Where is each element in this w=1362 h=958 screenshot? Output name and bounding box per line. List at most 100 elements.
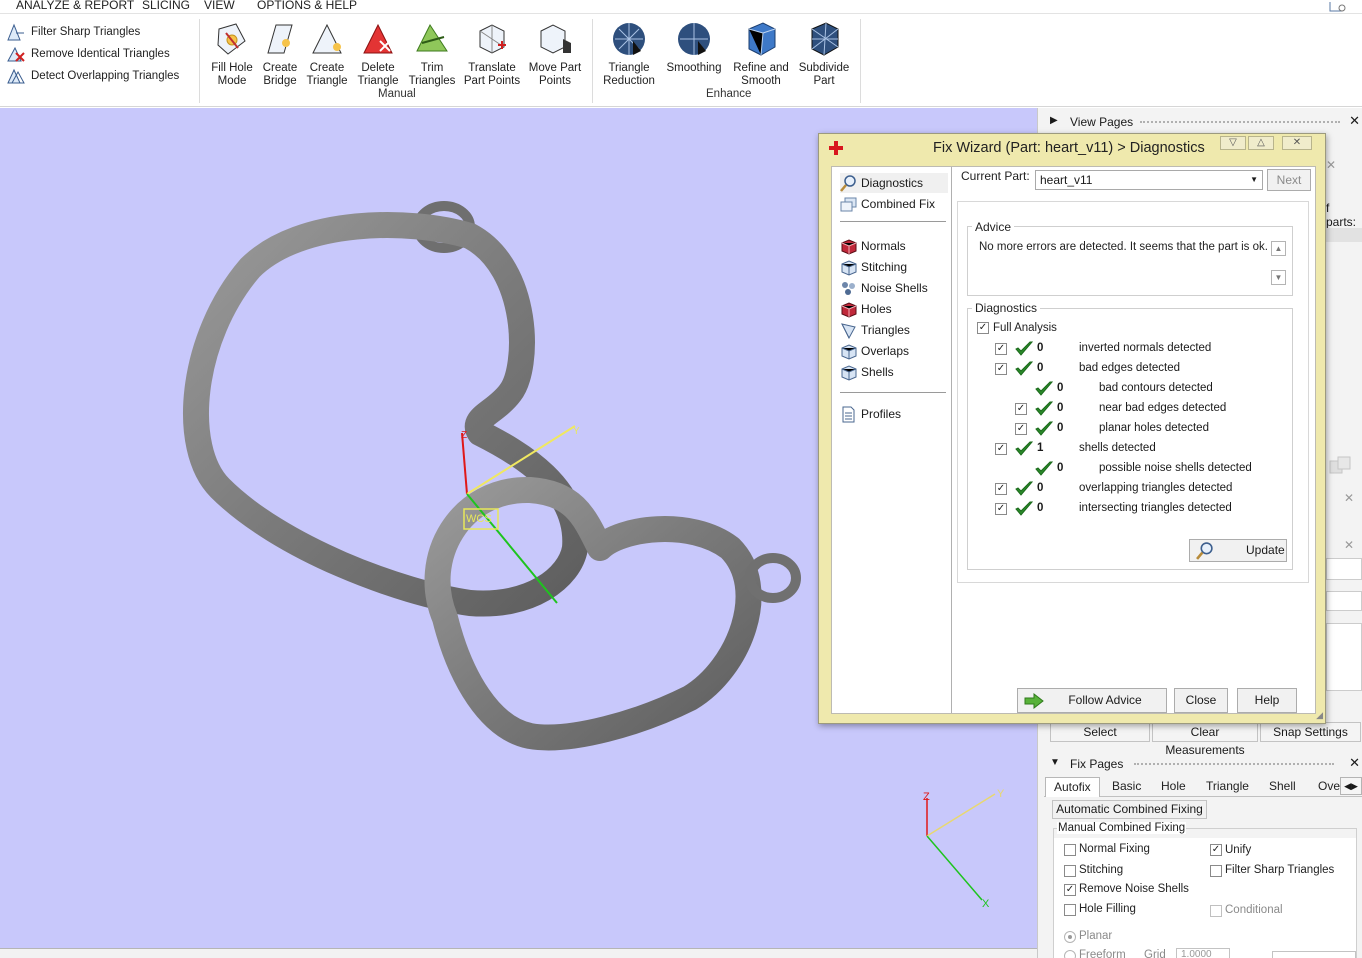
help-button[interactable]: Help [1237, 688, 1297, 713]
nav-diagnostics[interactable]: Diagnostics [840, 173, 948, 193]
dropdown[interactable] [1326, 591, 1362, 611]
scroll-up-icon[interactable]: ▲ [1271, 241, 1286, 256]
planar-radio[interactable] [1064, 931, 1076, 943]
menu-slicing[interactable]: SLICING [142, 0, 190, 12]
current-part-select[interactable]: heart_v11 ▼ [1035, 170, 1263, 190]
triangle-reduction-icon [613, 23, 645, 55]
nav-shells[interactable]: Shells [840, 362, 948, 382]
nav-triangles[interactable]: Triangles [840, 320, 948, 340]
diagnostic-count: 0 [1037, 362, 1044, 374]
diagnostic-checkbox[interactable]: ✓ [995, 343, 1007, 355]
current-part-label: Current Part: [961, 169, 1030, 183]
menu-options-help[interactable]: OPTIONS & HELP [257, 0, 357, 12]
subdivide-part-label-2: Part [813, 75, 835, 87]
tab-basic[interactable]: Basic [1112, 777, 1141, 797]
tab-hole[interactable]: Hole [1161, 777, 1186, 797]
diagnostic-checkbox[interactable]: ✓ [995, 363, 1007, 375]
select-button[interactable]: Select [1050, 722, 1150, 742]
dialog-close-icon[interactable]: ✕ [1282, 136, 1312, 150]
diagnostic-checkbox[interactable]: ✓ [995, 483, 1007, 495]
close-button[interactable]: Close [1174, 688, 1228, 713]
nav-holes[interactable]: Holes [840, 299, 948, 319]
move-part-points-button[interactable]: Move Part Points [527, 21, 583, 88]
automatic-combined-fixing-button[interactable]: Automatic Combined Fixing [1052, 800, 1207, 819]
resize-grip-icon[interactable]: ◢ [1316, 710, 1323, 721]
delete-triangle-button[interactable]: Delete Triangle [355, 21, 401, 88]
diagnostic-checkbox[interactable]: ✓ [995, 503, 1007, 515]
diagnostic-checkbox[interactable]: ✓ [995, 443, 1007, 455]
close-icon[interactable]: ✕ [1349, 755, 1360, 771]
overlaps-cube-icon [841, 344, 857, 360]
remove-noise-shells-checkbox[interactable]: ✓ [1064, 884, 1076, 896]
grid-input[interactable]: 1.0000 [1176, 948, 1230, 958]
green-check-icon [1035, 381, 1053, 396]
nav-stitching[interactable]: Stitching [840, 257, 948, 277]
settings-corner-icon[interactable] [1328, 0, 1348, 14]
current-part-value: heart_v11 [1040, 173, 1093, 187]
freeform-radio[interactable] [1064, 950, 1076, 958]
freeform-dropdown[interactable] [1272, 951, 1356, 958]
tab-shell[interactable]: Shell [1269, 777, 1296, 797]
expand-arrow-icon[interactable]: ▶ [1050, 115, 1058, 126]
view-pages-header[interactable]: ▶ View Pages ✕ [1046, 112, 1360, 132]
refine-and-smooth-button[interactable]: Refine and Smooth [731, 21, 791, 88]
triad-y-line [926, 793, 996, 837]
grid-label: Grid [1144, 949, 1166, 958]
manual-combined-fixing-label: Manual Combined Fixing [1057, 822, 1187, 834]
create-bridge-label-2: Bridge [263, 75, 297, 87]
close-icon[interactable]: ✕ [1349, 113, 1360, 129]
diagnostic-checkbox[interactable]: ✓ [1015, 403, 1027, 415]
nav-overlaps[interactable]: Overlaps [840, 341, 948, 361]
create-triangle-button[interactable]: Create Triangle [305, 21, 349, 88]
dialog-dropdown-icon[interactable]: ▽ [1220, 136, 1246, 150]
triangle-reduction-button[interactable]: Triangle Reduction [602, 21, 656, 88]
smoothing-button[interactable]: Smoothing [664, 21, 724, 75]
nav-combined-fix-label: Combined Fix [861, 197, 936, 211]
menu-analyze-report[interactable]: ANALYZE & REPORT [16, 0, 134, 12]
cube-stack-icon[interactable] [1326, 453, 1356, 483]
move-points-icon [540, 24, 571, 54]
panel-close-icon[interactable]: ✕ [1326, 158, 1336, 172]
hole-filling-checkbox[interactable] [1064, 904, 1076, 916]
holes-cube-icon [841, 302, 857, 318]
fill-hole-mode-button[interactable]: Fill Hole Mode [208, 21, 256, 88]
fix-pages-header[interactable]: ▼ Fix Pages ✕ [1046, 754, 1360, 774]
nav-combined-fix[interactable]: Combined Fix [840, 194, 948, 214]
filter-sharp-triangles-button[interactable]: Filter Sharp Triangles [6, 21, 179, 43]
panel-close-icon[interactable]: ✕ [1344, 538, 1354, 552]
snap-settings-button[interactable]: Snap Settings [1260, 722, 1361, 742]
dialog-collapse-icon[interactable]: △ [1248, 136, 1274, 150]
nav-stitching-label: Stitching [861, 260, 908, 274]
scroll-down-icon[interactable]: ▼ [1271, 270, 1286, 285]
update-button[interactable]: Update [1189, 539, 1287, 562]
panel-close-icon[interactable]: ✕ [1344, 491, 1354, 505]
nav-normals[interactable]: Normals [840, 236, 948, 256]
nav-noise-shells[interactable]: Noise Shells [840, 278, 948, 298]
unify-checkbox[interactable]: ✓ [1210, 844, 1222, 856]
stitching-checkbox[interactable] [1064, 865, 1076, 877]
normal-fixing-checkbox[interactable] [1064, 844, 1076, 856]
translate-part-points-button[interactable]: Translate Part Points [463, 21, 521, 88]
filter-sharp-triangles-checkbox[interactable] [1210, 865, 1222, 877]
full-analysis-checkbox[interactable]: ✓ [977, 322, 989, 334]
clear-measurements-button[interactable]: Clear Measurements [1152, 722, 1258, 757]
detect-overlapping-triangles-button[interactable]: Detect Overlapping Triangles [6, 65, 179, 87]
follow-advice-button[interactable]: Follow Advice [1017, 688, 1167, 713]
trim-triangles-button[interactable]: Trim Triangles [406, 21, 458, 88]
menu-view[interactable]: VIEW [204, 0, 235, 12]
create-bridge-button[interactable]: Create Bridge [258, 21, 302, 88]
tab-triangle[interactable]: Triangle [1206, 777, 1249, 797]
nav-profiles[interactable]: Profiles [840, 404, 948, 424]
panel-strip [1326, 228, 1362, 242]
next-button[interactable]: Next [1267, 169, 1311, 191]
tab-autofix[interactable]: Autofix [1045, 777, 1100, 797]
delete-triangle-label-1: Delete [361, 62, 395, 74]
diagnostic-checkbox[interactable]: ✓ [1015, 423, 1027, 435]
advice-text: No more errors are detected. It seems th… [979, 241, 1268, 253]
nav-arrows[interactable] [1326, 558, 1362, 580]
tab-scroll-arrows[interactable]: ◀▶ [1340, 777, 1362, 795]
conditional-checkbox[interactable] [1210, 905, 1222, 917]
collapse-arrow-icon[interactable]: ▼ [1050, 757, 1060, 768]
subdivide-part-button[interactable]: Subdivide Part [796, 21, 852, 88]
remove-identical-triangles-button[interactable]: Remove Identical Triangles [6, 43, 179, 65]
